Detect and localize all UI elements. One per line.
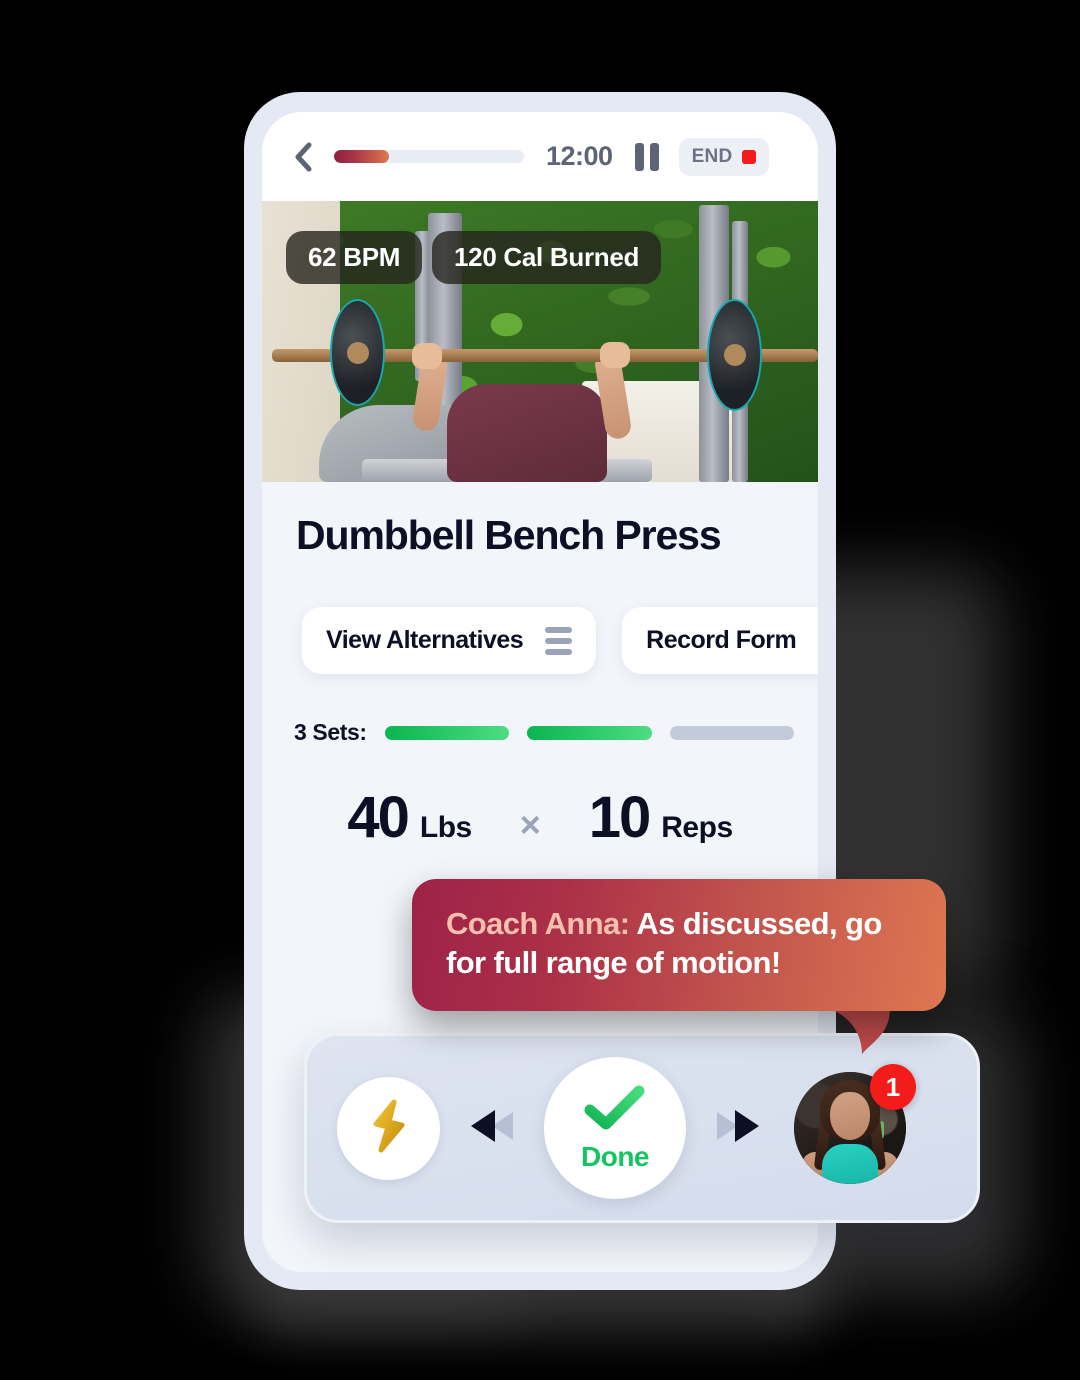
workout-progress-fill xyxy=(334,150,390,163)
lightning-bolt-icon xyxy=(367,1098,411,1159)
record-form-button[interactable]: Record Form xyxy=(622,607,818,674)
coach-message-bubble[interactable]: Coach Anna: As discussed, go for full ra… xyxy=(412,879,946,1011)
skip-previous-icon xyxy=(467,1106,517,1151)
reps-value[interactable]: 10 xyxy=(589,784,651,851)
pause-bar-left xyxy=(634,142,644,171)
exercise-actions-row: View Alternatives Record Form xyxy=(302,607,818,674)
end-workout-button[interactable]: END xyxy=(678,137,769,176)
view-alternatives-button[interactable]: View Alternatives xyxy=(302,607,597,674)
list-icon xyxy=(545,626,573,655)
view-alternatives-label: View Alternatives xyxy=(326,626,524,654)
next-exercise-button[interactable] xyxy=(708,1098,768,1158)
done-label: Done xyxy=(581,1140,650,1172)
check-icon xyxy=(584,1084,646,1137)
set-bar-3[interactable] xyxy=(669,725,794,740)
multiply-icon: × xyxy=(519,804,541,845)
workout-timer: 12:00 xyxy=(546,141,613,171)
skip-next-icon xyxy=(713,1106,763,1151)
exercise-hero-image: 62 BPM 120 Cal Burned xyxy=(262,201,818,482)
avatar-face xyxy=(830,1092,870,1140)
lifter-hand xyxy=(412,343,442,369)
reps-unit: Reps xyxy=(661,811,733,844)
coach-message-text: Coach Anna: As discussed, go for full ra… xyxy=(446,905,918,983)
weight-unit: Lbs xyxy=(419,811,472,844)
set-bar-1[interactable] xyxy=(384,725,510,740)
workout-progress-bar[interactable] xyxy=(334,150,524,163)
coach-avatar-button[interactable]: 1 xyxy=(794,1064,916,1184)
record-stop-icon xyxy=(741,149,756,164)
back-button[interactable] xyxy=(290,140,316,174)
sets-bars xyxy=(384,725,794,740)
notification-badge: 1 xyxy=(870,1064,916,1110)
previous-exercise-button[interactable] xyxy=(462,1098,522,1158)
end-workout-label: END xyxy=(691,145,733,167)
pause-bar-right xyxy=(649,142,659,171)
weight-plate xyxy=(330,299,385,406)
screenshot-canvas: 12:00 END 62 BPM 120 Cal Burned Dumbbell… xyxy=(0,0,1080,1380)
lifter-hand xyxy=(600,342,630,368)
workout-topbar: 12:00 END xyxy=(262,112,818,201)
sets-label: 3 Sets: xyxy=(294,719,367,745)
calories-badge: 120 Cal Burned xyxy=(432,231,662,284)
set-metrics: 40 Lbs × 10 Reps xyxy=(262,784,818,851)
heart-rate-badge: 62 BPM xyxy=(286,231,423,284)
avatar-sports-bra xyxy=(822,1144,878,1184)
set-bar-2[interactable] xyxy=(527,725,652,740)
coach-name: Coach Anna: xyxy=(446,906,630,941)
done-set-button[interactable]: Done xyxy=(544,1057,686,1199)
weight-plate xyxy=(707,299,762,411)
weight-value[interactable]: 40 xyxy=(347,784,409,851)
record-form-label: Record Form xyxy=(646,626,797,654)
chevron-left-icon xyxy=(293,141,313,173)
sets-progress-row: 3 Sets: xyxy=(294,719,794,746)
pause-button[interactable] xyxy=(634,142,659,171)
lifter-torso xyxy=(447,384,607,482)
exercise-title: Dumbbell Bench Press xyxy=(296,512,722,558)
boost-button[interactable] xyxy=(337,1076,440,1180)
workout-action-bar: Done 1 xyxy=(304,1033,980,1223)
